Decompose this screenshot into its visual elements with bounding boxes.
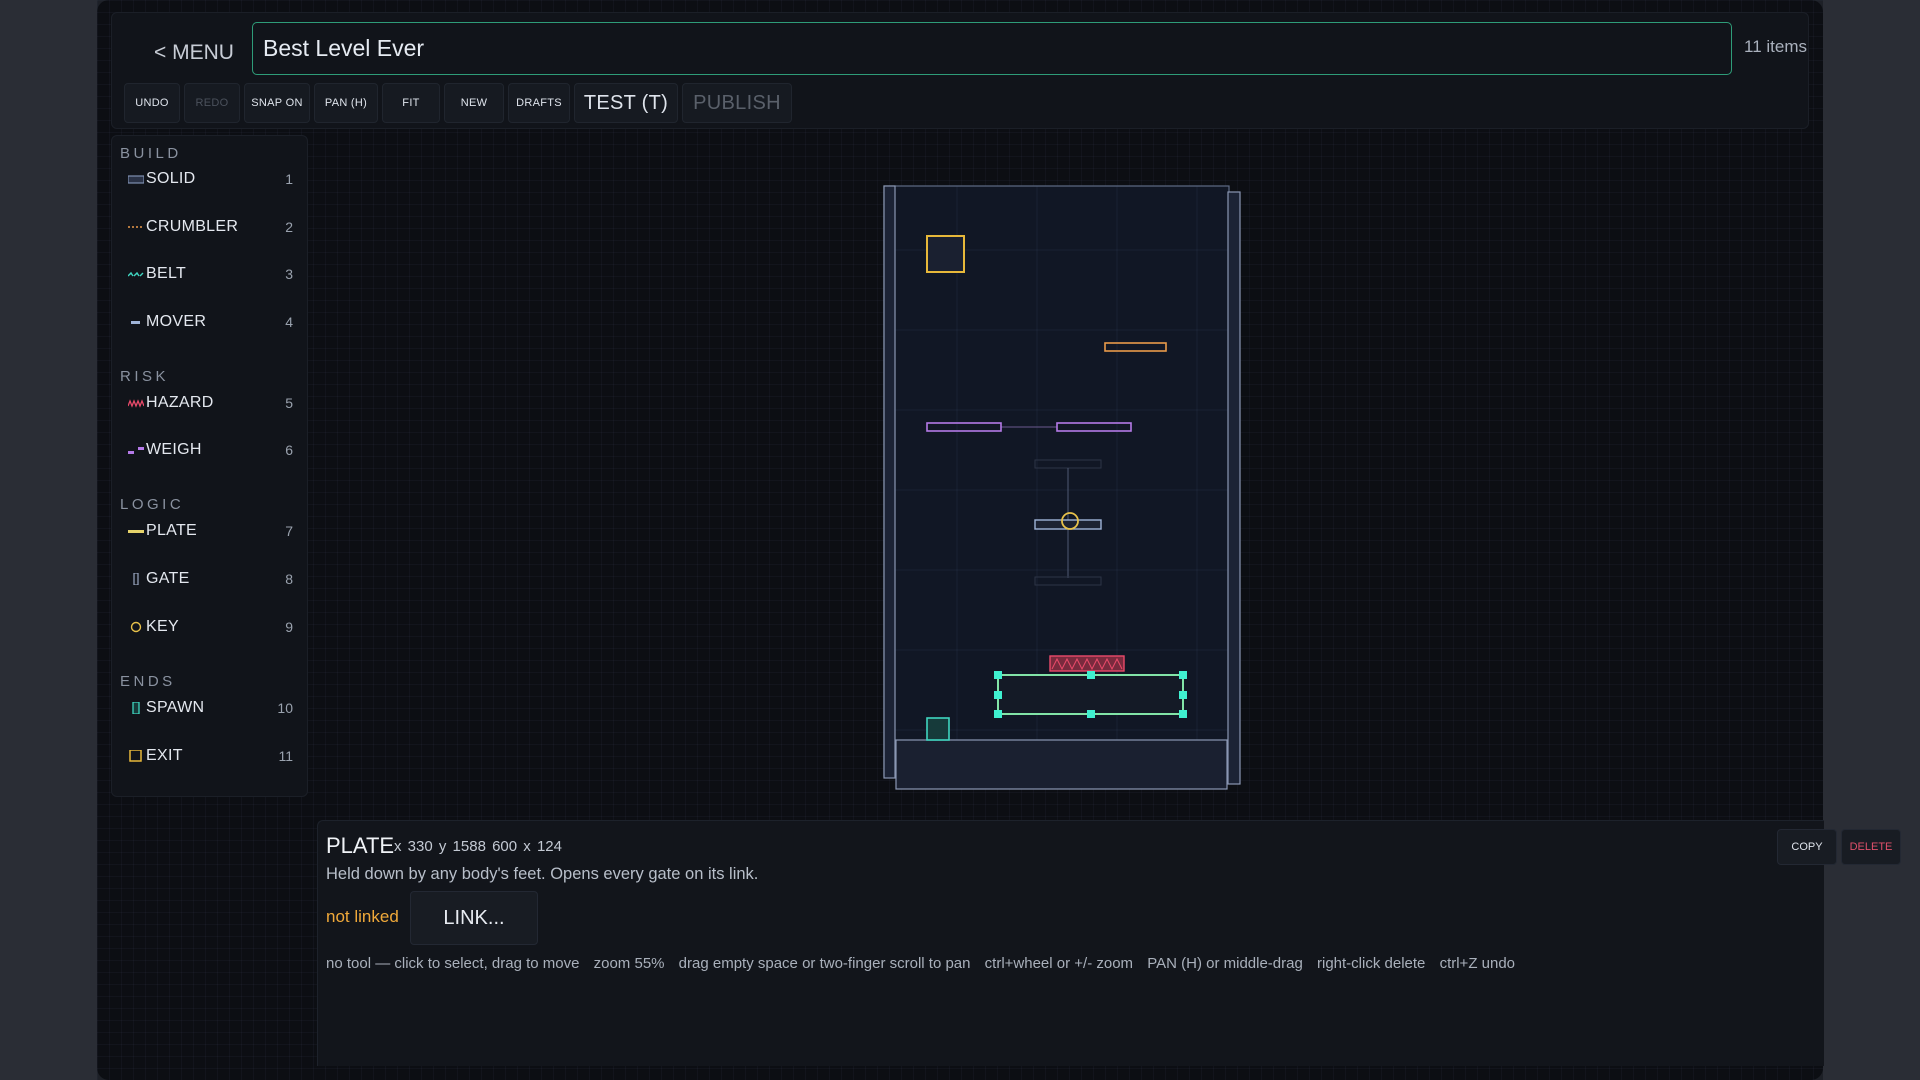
delete-button[interactable]: DELETE xyxy=(1841,829,1901,865)
tool-label: SPAWN xyxy=(146,699,205,716)
tool-label: BELT xyxy=(146,265,187,282)
tool-hotkey: 3 xyxy=(285,266,293,282)
resize-handle-n[interactable] xyxy=(1087,671,1095,679)
new-button[interactable]: NEW xyxy=(444,83,504,123)
selected-transform: x 330 y 1588 600 x 124 xyxy=(394,838,562,855)
undo-button[interactable]: UNDO xyxy=(124,83,180,123)
snap-toggle-button[interactable]: SNAP ON xyxy=(244,83,310,123)
tool-exit[interactable]: EXIT 11 xyxy=(112,735,307,777)
help-bar: no tool — click to select, drag to move … xyxy=(326,955,1525,972)
link-button[interactable]: LINK... xyxy=(410,891,538,945)
tool-belt[interactable]: BELT 3 xyxy=(112,253,307,295)
exit-icon xyxy=(129,750,142,762)
plate-icon xyxy=(128,530,144,533)
right-letterbox xyxy=(1823,0,1920,1080)
resize-handle-w[interactable] xyxy=(994,691,1002,699)
hazard-icon xyxy=(128,399,144,408)
menu-button[interactable]: < MENU xyxy=(134,33,254,73)
tool-spawn[interactable]: SPAWN 10 xyxy=(112,687,307,729)
help-zoom: zoom 55% xyxy=(593,955,665,972)
fit-button[interactable]: FIT xyxy=(382,83,440,123)
inspector-panel: PLATE x 330 y 1588 600 x 124 Held down b… xyxy=(317,820,1901,1066)
tool-label: WEIGH xyxy=(146,441,202,458)
tool-hotkey: 8 xyxy=(285,571,293,587)
help-pan: drag empty space or two-finger scroll to… xyxy=(678,955,971,972)
help-undo: ctrl+Z undo xyxy=(1439,955,1516,972)
weigh-icon xyxy=(128,447,144,454)
test-button[interactable]: TEST (T) xyxy=(574,83,678,123)
tool-hotkey: 4 xyxy=(285,314,293,330)
help-pan-key: PAN (H) or middle-drag xyxy=(1147,955,1303,972)
tool-solid[interactable]: SOLID 1 xyxy=(112,158,307,200)
items-count: 11 items xyxy=(1744,37,1807,56)
tool-label: EXIT xyxy=(146,747,183,764)
tool-hotkey: 6 xyxy=(285,442,293,458)
belt-icon xyxy=(128,271,144,277)
mover-platform[interactable] xyxy=(1034,519,1102,530)
tool-mover[interactable]: MOVER 4 xyxy=(112,301,307,343)
exit-door[interactable] xyxy=(926,235,965,273)
help-delete: right-click delete xyxy=(1317,955,1426,972)
tool-hotkey: 11 xyxy=(278,748,293,764)
selected-type: PLATE xyxy=(326,833,395,858)
resize-handle-s[interactable] xyxy=(1087,710,1095,718)
editor-header: < MENU 11 items UNDO REDO SNAP ON PAN (H… xyxy=(111,12,1809,129)
tool-label: SOLID xyxy=(146,170,196,187)
link-status: not linked xyxy=(326,907,399,926)
right-wall[interactable] xyxy=(1227,191,1241,785)
tool-label: HAZARD xyxy=(146,394,214,411)
tool-label: MOVER xyxy=(146,313,207,330)
mover-icon xyxy=(131,321,140,324)
tool-key[interactable]: KEY 9 xyxy=(112,606,307,648)
tool-hazard[interactable]: HAZARD 5 xyxy=(112,382,307,424)
selected-x: x 330 xyxy=(394,838,433,855)
tool-weigh[interactable]: WEIGH 6 xyxy=(112,429,307,471)
resize-handle-se[interactable] xyxy=(1179,710,1187,718)
tool-hotkey: 7 xyxy=(285,523,293,539)
selected-description: Held down by any body's feet. Opens ever… xyxy=(326,865,759,883)
spawn-icon xyxy=(132,702,140,714)
copy-button[interactable]: COPY xyxy=(1777,829,1837,865)
left-wall[interactable] xyxy=(883,185,896,779)
tool-label: PLATE xyxy=(146,522,197,539)
tool-hotkey: 1 xyxy=(285,171,293,187)
tool-palette: BUILD SOLID 1 CRUMBLER 2 BELT 3 MOVER 4 … xyxy=(111,135,308,797)
redo-button[interactable]: REDO xyxy=(184,83,240,123)
crumbler-icon xyxy=(128,226,144,228)
resize-handle-ne[interactable] xyxy=(1179,671,1187,679)
resize-handle-nw[interactable] xyxy=(994,671,1002,679)
tool-label: GATE xyxy=(146,570,190,587)
spawn-point[interactable] xyxy=(926,717,950,741)
help-zoom-keys: ctrl+wheel or +/- zoom xyxy=(984,955,1134,972)
tool-hotkey: 2 xyxy=(285,219,293,235)
selected-size: 600 x 124 xyxy=(492,838,562,855)
tool-label: CRUMBLER xyxy=(146,218,239,235)
resize-handle-e[interactable] xyxy=(1179,691,1187,699)
selected-y: y 1588 xyxy=(438,838,486,855)
tool-hotkey: 5 xyxy=(285,395,293,411)
tool-crumbler[interactable]: CRUMBLER 2 xyxy=(112,206,307,248)
tool-gate[interactable]: GATE 8 xyxy=(112,558,307,600)
tool-hotkey: 10 xyxy=(277,700,293,716)
resize-handle-sw[interactable] xyxy=(994,710,1002,718)
gate-icon xyxy=(133,573,139,585)
tool-plate[interactable]: PLATE 7 xyxy=(112,510,307,552)
selected-plate[interactable] xyxy=(997,674,1184,715)
level-title-input[interactable] xyxy=(252,22,1732,75)
drafts-button[interactable]: DRAFTS xyxy=(508,83,570,123)
editor-window: < MENU 11 items UNDO REDO SNAP ON PAN (H… xyxy=(97,0,1901,1080)
floor-solid[interactable] xyxy=(895,739,1228,790)
left-letterbox xyxy=(0,0,97,1080)
pan-button[interactable]: PAN (H) xyxy=(314,83,378,123)
tool-hotkey: 9 xyxy=(285,619,293,635)
key-icon xyxy=(130,621,142,633)
solid-icon xyxy=(128,175,144,184)
tool-label: KEY xyxy=(146,618,179,635)
publish-button[interactable]: PUBLISH xyxy=(682,83,792,123)
help-tool: no tool — click to select, drag to move xyxy=(326,955,580,972)
toolbar: UNDO REDO SNAP ON PAN (H) FIT NEW DRAFTS… xyxy=(124,83,792,123)
